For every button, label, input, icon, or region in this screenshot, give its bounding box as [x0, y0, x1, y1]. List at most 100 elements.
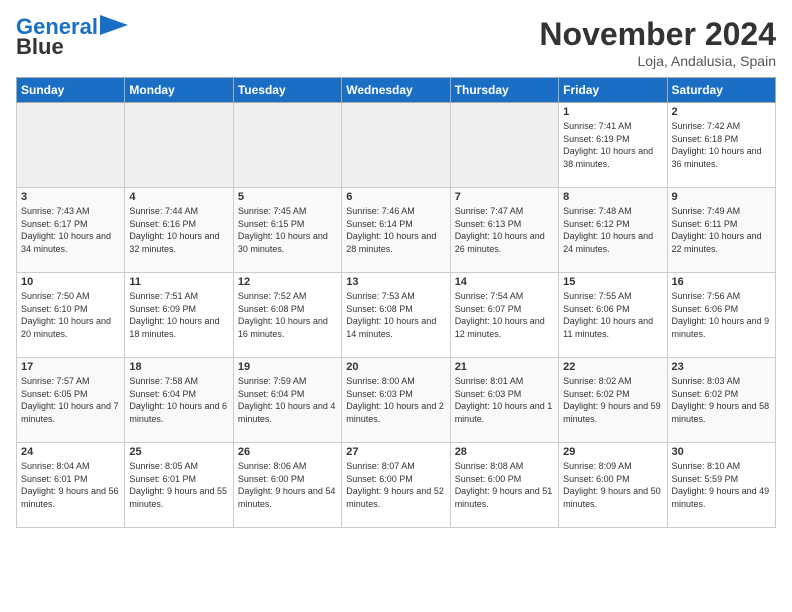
day-number: 26 [238, 446, 337, 458]
day-header-thursday: Thursday [450, 78, 558, 103]
day-header-wednesday: Wednesday [342, 78, 450, 103]
cell-info: Sunrise: 8:02 AM Sunset: 6:02 PM Dayligh… [563, 375, 662, 425]
calendar-cell: 12 Sunrise: 7:52 AM Sunset: 6:08 PM Dayli… [233, 273, 341, 358]
day-number: 1 [563, 106, 662, 118]
calendar-cell: 5 Sunrise: 7:45 AM Sunset: 6:15 PM Daylig… [233, 188, 341, 273]
cell-info: Sunrise: 8:07 AM Sunset: 6:00 PM Dayligh… [346, 460, 445, 510]
calendar-table: SundayMondayTuesdayWednesdayThursdayFrid… [16, 77, 776, 528]
month-title: November 2024 [539, 16, 776, 53]
calendar-week-3: 10Sunrise: 7:50 AM Sunset: 6:10 PM Dayli… [17, 273, 776, 358]
day-number: 10 [21, 276, 120, 288]
calendar-cell: 27 Sunrise: 8:07 AM Sunset: 6:00 PM Dayli… [342, 443, 450, 528]
day-header-friday: Friday [559, 78, 667, 103]
cell-info: Sunrise: 8:04 AM Sunset: 6:01 PM Dayligh… [21, 460, 120, 510]
cell-info: Sunrise: 7:43 AM Sunset: 6:17 PM Dayligh… [21, 205, 120, 255]
day-number: 2 [672, 106, 771, 118]
day-number: 22 [563, 361, 662, 373]
page-header: General Blue November 2024 Loja, Andalus… [16, 16, 776, 69]
cell-info: Sunrise: 7:46 AM Sunset: 6:14 PM Dayligh… [346, 205, 445, 255]
day-header-sunday: Sunday [17, 78, 125, 103]
cell-info: Sunrise: 7:56 AM Sunset: 6:06 PM Dayligh… [672, 290, 771, 340]
calendar-cell: 3Sunrise: 7:43 AM Sunset: 6:17 PM Daylig… [17, 188, 125, 273]
calendar-cell [17, 103, 125, 188]
cell-info: Sunrise: 7:55 AM Sunset: 6:06 PM Dayligh… [563, 290, 662, 340]
calendar-cell: 2 Sunrise: 7:42 AM Sunset: 6:18 PM Daylig… [667, 103, 775, 188]
cell-info: Sunrise: 7:52 AM Sunset: 6:08 PM Dayligh… [238, 290, 337, 340]
calendar-cell: 8 Sunrise: 7:48 AM Sunset: 6:12 PM Daylig… [559, 188, 667, 273]
calendar-cell: 17 Sunrise: 7:57 AM Sunset: 6:05 PM Dayli… [17, 358, 125, 443]
calendar-cell: 4Sunrise: 7:44 AM Sunset: 6:16 PM Daylig… [125, 188, 233, 273]
calendar-cell: 13Sunrise: 7:53 AM Sunset: 6:08 PM Dayli… [342, 273, 450, 358]
cell-info: Sunrise: 7:45 AM Sunset: 6:15 PM Dayligh… [238, 205, 337, 255]
cell-info: Sunrise: 8:10 AM Sunset: 5:59 PM Dayligh… [672, 460, 771, 510]
cell-info: Sunrise: 7:54 AM Sunset: 6:07 PM Dayligh… [455, 290, 554, 340]
day-number: 25 [129, 446, 228, 458]
day-number: 20 [346, 361, 445, 373]
logo: General Blue [16, 16, 128, 60]
calendar-cell: 22 Sunrise: 8:02 AM Sunset: 6:02 PM Dayli… [559, 358, 667, 443]
cell-info: Sunrise: 8:00 AM Sunset: 6:03 PM Dayligh… [346, 375, 445, 425]
day-number: 30 [672, 446, 771, 458]
calendar-cell: 14 Sunrise: 7:54 AM Sunset: 6:07 PM Dayli… [450, 273, 558, 358]
cell-info: Sunrise: 8:06 AM Sunset: 6:00 PM Dayligh… [238, 460, 337, 510]
cell-info: Sunrise: 7:59 AM Sunset: 6:04 PM Dayligh… [238, 375, 337, 425]
calendar-cell: 19Sunrise: 7:59 AM Sunset: 6:04 PM Dayli… [233, 358, 341, 443]
cell-info: Sunrise: 7:51 AM Sunset: 6:09 PM Dayligh… [129, 290, 228, 340]
cell-info: Sunrise: 8:03 AM Sunset: 6:02 PM Dayligh… [672, 375, 771, 425]
calendar-cell: 15 Sunrise: 7:55 AM Sunset: 6:06 PM Dayli… [559, 273, 667, 358]
calendar-cell: 7Sunrise: 7:47 AM Sunset: 6:13 PM Daylig… [450, 188, 558, 273]
calendar-cell [342, 103, 450, 188]
calendar-body: 1 Sunrise: 7:41 AM Sunset: 6:19 PM Daylig… [17, 103, 776, 528]
calendar-cell: 1 Sunrise: 7:41 AM Sunset: 6:19 PM Daylig… [559, 103, 667, 188]
calendar-cell: 25 Sunrise: 8:05 AM Sunset: 6:01 PM Dayli… [125, 443, 233, 528]
day-number: 27 [346, 446, 445, 458]
calendar-week-4: 17 Sunrise: 7:57 AM Sunset: 6:05 PM Dayli… [17, 358, 776, 443]
day-number: 7 [455, 191, 554, 203]
day-number: 15 [563, 276, 662, 288]
day-number: 23 [672, 361, 771, 373]
calendar-cell: 21 Sunrise: 8:01 AM Sunset: 6:03 PM Dayli… [450, 358, 558, 443]
cell-info: Sunrise: 7:48 AM Sunset: 6:12 PM Dayligh… [563, 205, 662, 255]
calendar-week-5: 24Sunrise: 8:04 AM Sunset: 6:01 PM Dayli… [17, 443, 776, 528]
location: Loja, Andalusia, Spain [539, 53, 776, 69]
calendar-cell: 24Sunrise: 8:04 AM Sunset: 6:01 PM Dayli… [17, 443, 125, 528]
cell-info: Sunrise: 7:41 AM Sunset: 6:19 PM Dayligh… [563, 120, 662, 170]
calendar-cell [125, 103, 233, 188]
calendar-week-1: 1 Sunrise: 7:41 AM Sunset: 6:19 PM Daylig… [17, 103, 776, 188]
calendar-week-2: 3Sunrise: 7:43 AM Sunset: 6:17 PM Daylig… [17, 188, 776, 273]
calendar-cell: 9Sunrise: 7:49 AM Sunset: 6:11 PM Daylig… [667, 188, 775, 273]
day-number: 12 [238, 276, 337, 288]
day-header-tuesday: Tuesday [233, 78, 341, 103]
calendar-cell: 16 Sunrise: 7:56 AM Sunset: 6:06 PM Dayli… [667, 273, 775, 358]
day-header-monday: Monday [125, 78, 233, 103]
calendar-cell [233, 103, 341, 188]
day-number: 21 [455, 361, 554, 373]
calendar-cell: 6 Sunrise: 7:46 AM Sunset: 6:14 PM Daylig… [342, 188, 450, 273]
day-number: 18 [129, 361, 228, 373]
day-number: 28 [455, 446, 554, 458]
day-number: 6 [346, 191, 445, 203]
day-number: 5 [238, 191, 337, 203]
cell-info: Sunrise: 8:01 AM Sunset: 6:03 PM Dayligh… [455, 375, 554, 425]
calendar-cell: 26 Sunrise: 8:06 AM Sunset: 6:00 PM Dayli… [233, 443, 341, 528]
cell-info: Sunrise: 8:05 AM Sunset: 6:01 PM Dayligh… [129, 460, 228, 510]
calendar-cell: 29 Sunrise: 8:09 AM Sunset: 6:00 PM Dayli… [559, 443, 667, 528]
day-number: 29 [563, 446, 662, 458]
day-number: 13 [346, 276, 445, 288]
day-number: 11 [129, 276, 228, 288]
logo-arrow-icon [100, 15, 128, 35]
day-number: 8 [563, 191, 662, 203]
cell-info: Sunrise: 7:42 AM Sunset: 6:18 PM Dayligh… [672, 120, 771, 170]
cell-info: Sunrise: 7:57 AM Sunset: 6:05 PM Dayligh… [21, 375, 120, 425]
cell-info: Sunrise: 8:08 AM Sunset: 6:00 PM Dayligh… [455, 460, 554, 510]
day-number: 17 [21, 361, 120, 373]
calendar-cell: 20 Sunrise: 8:00 AM Sunset: 6:03 PM Dayli… [342, 358, 450, 443]
day-number: 9 [672, 191, 771, 203]
day-number: 16 [672, 276, 771, 288]
calendar-cell: 18Sunrise: 7:58 AM Sunset: 6:04 PM Dayli… [125, 358, 233, 443]
day-number: 14 [455, 276, 554, 288]
calendar-cell: 30 Sunrise: 8:10 AM Sunset: 5:59 PM Dayli… [667, 443, 775, 528]
calendar-cell: 23 Sunrise: 8:03 AM Sunset: 6:02 PM Dayli… [667, 358, 775, 443]
calendar-cell: 28 Sunrise: 8:08 AM Sunset: 6:00 PM Dayli… [450, 443, 558, 528]
cell-info: Sunrise: 8:09 AM Sunset: 6:00 PM Dayligh… [563, 460, 662, 510]
